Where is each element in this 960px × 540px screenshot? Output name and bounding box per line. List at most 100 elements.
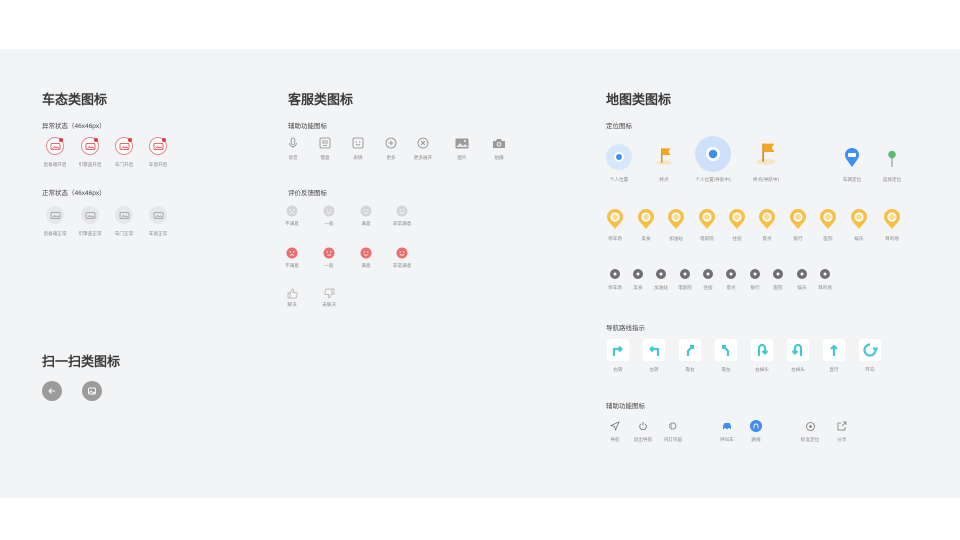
route-arrow-icon [607, 339, 629, 361]
thumbs-up-icon[interactable] [286, 287, 298, 299]
service-aux-label: 语音 [288, 155, 298, 160]
share-icon[interactable] [836, 420, 848, 432]
my-location-icon [606, 144, 632, 170]
poi-pin-icon[interactable] [883, 208, 901, 230]
poi-pin-icon[interactable] [850, 208, 868, 230]
poi-pin-label: 美食 [641, 236, 651, 241]
rating-label: 不满意 [285, 221, 299, 226]
poi-small-icon[interactable] [610, 269, 620, 279]
rating-face-red-icon[interactable] [360, 247, 372, 259]
car-section-title: 车态类图标 [42, 92, 108, 107]
poi-small-label: 电影院 [678, 285, 692, 290]
abnormal-state-title: 异常状态（46x46px） [42, 123, 106, 130]
poi-small-icon[interactable] [656, 269, 666, 279]
plus-icon[interactable] [383, 135, 399, 151]
rating-face-red-icon[interactable] [396, 247, 408, 259]
car-abnormal-icon [81, 137, 99, 155]
poi-pin-icon[interactable] [789, 208, 807, 230]
poi-small-icon[interactable] [703, 269, 713, 279]
destination-flag-navigating-icon [751, 137, 781, 167]
poi-small-icon[interactable] [773, 269, 783, 279]
route-icon[interactable] [750, 420, 762, 432]
car-abnormal-icon [46, 137, 64, 155]
alert-dot-icon [94, 138, 98, 142]
poi-pin-label: 银行 [793, 236, 803, 241]
locate-label: 选择定位 [882, 177, 902, 182]
rating-face-gray-icon[interactable] [396, 205, 408, 217]
power-icon[interactable] [637, 420, 649, 432]
map-aux-title: 辅助功能图标 [606, 403, 645, 410]
service-section-title: 客服类图标 [288, 92, 354, 107]
poi-pin-label: 目的地 [885, 236, 899, 241]
route-label: 右掉头 [755, 367, 769, 372]
rating-label: 非常满意 [392, 263, 412, 268]
poi-pin-icon[interactable] [728, 208, 746, 230]
icon-board-panel [0, 49, 960, 498]
poi-small-label: 加油站 [654, 285, 668, 290]
car-abnormal-label: 后备箱开启 [43, 162, 67, 167]
thumbs-down-icon[interactable] [323, 287, 335, 299]
map-aux-label: 分享 [837, 437, 847, 442]
alert-dot-icon [59, 138, 63, 142]
call-car-icon[interactable] [721, 420, 733, 432]
rating-face-red-icon[interactable] [323, 247, 335, 259]
car-normal-icon [81, 206, 99, 224]
standard-locate-icon[interactable] [804, 420, 816, 432]
poi-small-icon[interactable] [633, 269, 643, 279]
navigate-arrow-icon[interactable] [609, 420, 621, 432]
route-arrow-icon [679, 339, 701, 361]
service-aux-title: 辅助功能图标 [288, 123, 327, 130]
camera-icon[interactable] [491, 135, 507, 151]
feedback-title: 评价反馈图标 [288, 190, 327, 197]
poi-pin-icon[interactable] [819, 208, 837, 230]
poi-small-icon[interactable] [820, 269, 830, 279]
poi-pin-label: 住宿 [732, 236, 742, 241]
car-normal-label: 车门正常 [114, 231, 134, 236]
route-label: 靠右 [685, 367, 695, 372]
route-label: 右转 [613, 367, 623, 372]
route-title: 导航路线指示 [606, 325, 645, 332]
my-location-navigating-icon [695, 136, 731, 172]
keyboard-icon[interactable] [317, 135, 333, 151]
poi-small-icon[interactable] [797, 269, 807, 279]
route-arrow-icon [643, 339, 665, 361]
poi-small-label: 美食 [633, 285, 643, 290]
album-icon[interactable] [82, 381, 102, 401]
map-aux-label: 路线 [751, 437, 761, 442]
map-section-title: 地图类图标 [606, 92, 672, 107]
poi-small-icon[interactable] [680, 269, 690, 279]
rating-label: 不满意 [285, 263, 299, 268]
poi-pin-icon[interactable] [606, 208, 624, 230]
poi-small-label: 住宿 [703, 285, 713, 290]
poi-pin-icon[interactable] [637, 208, 655, 230]
close-icon[interactable] [415, 135, 431, 151]
poi-pin-icon[interactable] [758, 208, 776, 230]
image-icon[interactable] [454, 135, 470, 151]
car-normal-label: 引擎盖正常 [78, 231, 102, 236]
map-aux-label: 闪灯鸣笛 [663, 437, 683, 442]
microphone-icon[interactable] [285, 135, 301, 151]
emoji-icon[interactable] [350, 135, 366, 151]
poi-small-icon[interactable] [750, 269, 760, 279]
car-abnormal-label: 引擎盖开启 [78, 162, 102, 167]
route-label: 左转 [649, 367, 659, 372]
poi-small-label: 医院 [773, 285, 783, 290]
rating-face-gray-icon[interactable] [360, 205, 372, 217]
map-aux-label: 呼叫车 [720, 437, 734, 442]
poi-pin-icon[interactable] [667, 208, 685, 230]
route-label: 靠左 [721, 367, 731, 372]
back-arrow-icon[interactable] [42, 381, 62, 401]
poi-pin-icon[interactable] [698, 208, 716, 230]
poi-small-icon[interactable] [726, 269, 736, 279]
route-arrow-icon [751, 339, 773, 361]
rating-face-gray-icon[interactable] [323, 205, 335, 217]
car-abnormal-icon [149, 137, 167, 155]
route-arrow-icon [787, 339, 809, 361]
flash-horn-icon[interactable] [667, 420, 679, 432]
alert-dot-icon [162, 138, 166, 142]
rating-face-red-icon[interactable] [286, 247, 298, 259]
rating-face-gray-icon[interactable] [286, 205, 298, 217]
locate-label: 车辆定位 [842, 177, 862, 182]
locate-label: 个人位置(导航中) [695, 177, 731, 182]
route-label: 环岛 [865, 367, 875, 372]
